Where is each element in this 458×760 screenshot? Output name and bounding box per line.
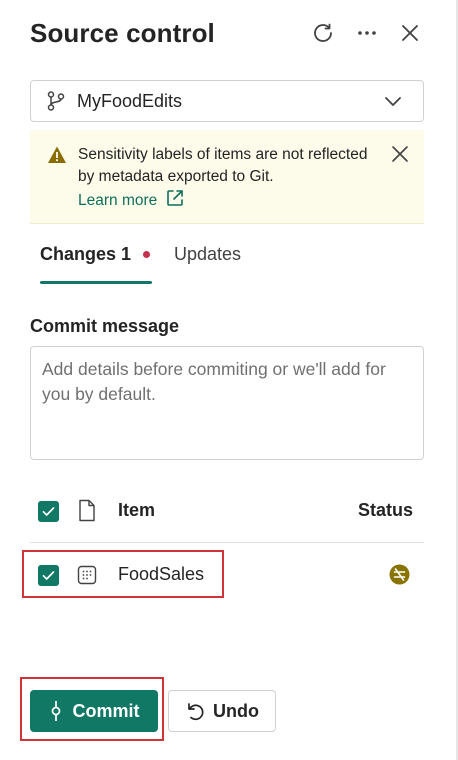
- commit-message-label: Commit message: [30, 316, 180, 336]
- undo-button-label: Undo: [213, 700, 259, 721]
- tab-updates-label: Updates: [174, 244, 242, 264]
- refresh-icon: [311, 21, 335, 45]
- dismiss-icon: [392, 146, 408, 162]
- learn-more-link[interactable]: Learn more: [78, 188, 185, 213]
- external-link-icon: [157, 188, 185, 213]
- commit-icon: [51, 701, 60, 721]
- learn-more-label: Learn more: [78, 191, 158, 209]
- column-header-status: Status: [358, 500, 414, 520]
- warning-message: Sensitivity labels of items are not refl…: [78, 146, 368, 185]
- close-button[interactable]: [396, 18, 424, 48]
- refresh-button[interactable]: [309, 18, 337, 48]
- status-conflict-icon: [389, 564, 410, 590]
- commit-button-label: Commit: [72, 700, 140, 721]
- tab-changes[interactable]: Changes 1: [40, 244, 151, 265]
- checkmark-icon: [42, 507, 55, 516]
- undo-icon: [188, 703, 204, 721]
- source-control-panel: Source control MyFoodEdits Sensitivity l…: [0, 0, 458, 760]
- commit-button[interactable]: Commit: [30, 690, 158, 732]
- sensitivity-warning-banner: Sensitivity labels of items are not refl…: [30, 130, 424, 224]
- tab-changes-label: Changes 1: [40, 244, 132, 264]
- file-icon: [78, 499, 96, 527]
- active-tab-indicator: [40, 281, 152, 284]
- branch-dropdown[interactable]: MyFoodEdits: [30, 80, 424, 122]
- tab-updates[interactable]: Updates: [174, 244, 241, 265]
- chevron-down-icon: [383, 91, 403, 111]
- dismiss-banner-button[interactable]: [390, 144, 410, 164]
- item-row-highlight: [22, 550, 224, 598]
- column-header-item: Item: [118, 500, 156, 520]
- close-icon: [399, 22, 421, 44]
- warning-icon: [47, 145, 67, 165]
- table-header-divider: [30, 542, 424, 543]
- more-icon: [355, 21, 379, 45]
- branch-icon: [45, 90, 67, 112]
- branch-name: MyFoodEdits: [77, 90, 183, 111]
- panel-title: Source control: [30, 18, 215, 48]
- undo-button[interactable]: Undo: [168, 690, 276, 732]
- changes-indicator-dot: [143, 251, 151, 258]
- commit-message-input[interactable]: [30, 346, 424, 460]
- select-all-checkbox[interactable]: [38, 501, 59, 522]
- more-options-button[interactable]: [353, 18, 381, 48]
